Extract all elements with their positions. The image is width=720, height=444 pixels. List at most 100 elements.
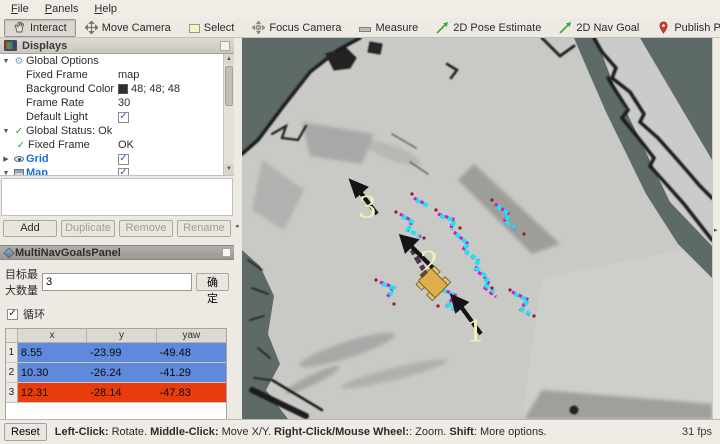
- goal-number-3: 3: [358, 191, 377, 226]
- tree-row-global-options[interactable]: ▼ ⚙ Global Options: [0, 54, 234, 68]
- cell-yaw[interactable]: -49.48: [156, 343, 227, 362]
- menu-bar: File Panels Help: [0, 0, 720, 18]
- tool-publish-point[interactable]: Publish Point: [648, 19, 720, 37]
- cell-x[interactable]: 8.55: [17, 343, 88, 362]
- remove-display-button[interactable]: Remove: [119, 220, 173, 237]
- confirm-button[interactable]: 确定: [196, 273, 229, 305]
- column-header-y[interactable]: y: [87, 329, 157, 342]
- tool-select[interactable]: Select: [180, 19, 244, 37]
- focus-crosshair-icon: [251, 19, 267, 36]
- cell-y[interactable]: -26.24: [87, 363, 157, 382]
- tool-label: Publish Point: [674, 21, 720, 34]
- status-ok-icon: ✓: [14, 125, 24, 137]
- tree-row-label: Frame Rate: [26, 97, 85, 109]
- table-row[interactable]: 3 12.31 -28.14 -47.83: [6, 383, 227, 403]
- cell-yaw[interactable]: -47.83: [156, 383, 227, 402]
- tree-row-default-light[interactable]: Default Light ✓: [0, 110, 234, 124]
- tree-row-grid[interactable]: ▶ Grid ✓: [0, 152, 234, 166]
- goal-number-1: 1: [466, 315, 485, 350]
- multinavgoals-panel-body: 目标最大数量 确定 ✓ 循环 x y yaw 1 8.55 -23.99: [0, 260, 234, 444]
- cell-y[interactable]: -23.99: [87, 343, 157, 362]
- left-panel-column: Displays ▼ ⚙ Global Options Fixed Frame …: [0, 38, 234, 444]
- menu-help[interactable]: Help: [87, 2, 124, 16]
- duplicate-display-button[interactable]: Duplicate: [61, 220, 115, 237]
- move-arrows-icon: [83, 20, 99, 35]
- tree-row-label: Grid: [26, 153, 49, 165]
- displays-panel-header[interactable]: Displays: [0, 38, 234, 54]
- tree-row-background-color[interactable]: Background Color 48; 48; 48: [0, 82, 234, 96]
- multinavgoals-panel-title: MultiNavGoalsPanel: [15, 246, 121, 259]
- tool-interact[interactable]: Interact: [4, 18, 76, 37]
- loop-checkbox[interactable]: ✓: [7, 308, 18, 320]
- tree-row-map[interactable]: ▼ Map ✓: [0, 166, 234, 176]
- expander-open-icon[interactable]: ▼: [0, 58, 12, 65]
- goals-table: x y yaw 1 8.55 -23.99 -49.48 2 10.30 -26…: [5, 328, 227, 423]
- panel-splitter[interactable]: ◂: [234, 38, 242, 419]
- display-description-box: [1, 178, 233, 216]
- tool-measure[interactable]: Measure: [350, 19, 427, 37]
- row-number: 2: [6, 363, 18, 382]
- color-swatch: [118, 84, 128, 94]
- tree-row-fixed-frame-status[interactable]: ✓ Fixed Frame OK: [0, 138, 234, 152]
- tree-row-global-status[interactable]: ▼ ✓ Global Status: Ok: [0, 124, 234, 138]
- table-row[interactable]: 1 8.55 -23.99 -49.48: [6, 343, 227, 363]
- fps-counter: 31 fps: [682, 426, 712, 438]
- eye-icon: [12, 156, 26, 162]
- scrollbar-thumb[interactable]: [225, 66, 233, 106]
- tool-label: Interact: [30, 21, 67, 34]
- collapse-left-icon[interactable]: ◂: [235, 222, 239, 230]
- tool-move-camera[interactable]: Move Camera: [76, 19, 180, 37]
- tool-label: Select: [203, 21, 235, 34]
- checkbox-checked[interactable]: ✓: [118, 167, 129, 175]
- tree-row-value[interactable]: 30: [118, 97, 130, 109]
- cell-yaw[interactable]: -41.29: [156, 363, 227, 382]
- green-arrow-icon: [559, 21, 572, 34]
- panel-float-button[interactable]: [222, 248, 231, 257]
- panel-float-button[interactable]: [220, 40, 230, 51]
- tree-row-fixed-frame[interactable]: Fixed Frame map: [0, 68, 234, 82]
- row-number: 3: [6, 383, 18, 402]
- tool-label: 2D Pose Estimate: [453, 21, 542, 34]
- tool-focus-camera[interactable]: Focus Camera: [243, 19, 350, 37]
- column-header-x[interactable]: x: [18, 329, 88, 342]
- multinavgoals-panel-header[interactable]: MultiNavGoalsPanel: [0, 245, 234, 260]
- checkbox-checked[interactable]: ✓: [118, 153, 129, 165]
- menu-panels[interactable]: Panels: [38, 2, 86, 16]
- map-canvas[interactable]: 3 2 1: [242, 38, 712, 419]
- cell-y[interactable]: -28.14: [87, 383, 157, 402]
- tree-row-value[interactable]: map: [118, 69, 139, 81]
- expander-open-icon[interactable]: ▼: [0, 170, 12, 176]
- loop-label: 循环: [23, 309, 45, 321]
- max-goal-input[interactable]: [42, 273, 192, 291]
- cell-x[interactable]: 10.30: [17, 363, 88, 382]
- add-display-button[interactable]: Add: [3, 220, 57, 237]
- scroll-up-icon[interactable]: ▲: [224, 54, 234, 65]
- tree-row-value[interactable]: 48; 48; 48: [118, 83, 180, 95]
- tool-2d-nav-goal[interactable]: 2D Nav Goal: [550, 19, 648, 37]
- checkbox-checked[interactable]: ✓: [118, 111, 129, 123]
- column-header-yaw[interactable]: yaw: [157, 329, 226, 342]
- table-row[interactable]: 2 10.30 -26.24 -41.29: [6, 363, 227, 383]
- mouse-help-text: Left-Click: Rotate. Middle-Click: Move X…: [54, 426, 547, 438]
- reset-view-button[interactable]: Reset: [4, 423, 47, 441]
- tool-label: 2D Nav Goal: [576, 21, 640, 34]
- tree-row-label: Background Color: [26, 83, 115, 95]
- expander-closed-icon[interactable]: ▶: [0, 155, 12, 163]
- tree-row-label: Fixed Frame: [28, 139, 90, 151]
- collapse-right-icon[interactable]: ▸: [714, 226, 718, 234]
- render-viewport[interactable]: 3 2 1: [242, 38, 712, 419]
- right-splitter[interactable]: ▸: [712, 38, 720, 419]
- ruler-icon: [359, 27, 372, 32]
- tree-scrollbar[interactable]: ▲ ▼: [223, 54, 234, 175]
- menu-file[interactable]: File: [4, 2, 36, 16]
- rename-display-button[interactable]: Rename: [177, 220, 231, 237]
- tree-row-label: Default Light: [26, 111, 88, 123]
- expander-open-icon[interactable]: ▼: [0, 128, 12, 135]
- tree-row-frame-rate[interactable]: Frame Rate 30: [0, 96, 234, 110]
- max-goal-label: 目标最大数量: [5, 269, 38, 297]
- scroll-down-icon[interactable]: ▼: [224, 164, 234, 175]
- tool-2d-pose-estimate[interactable]: 2D Pose Estimate: [427, 19, 550, 37]
- tree-row-label: Map: [26, 167, 48, 176]
- cell-x[interactable]: 12.31: [17, 383, 88, 402]
- tree-row-label: Global Status: Ok: [26, 125, 113, 137]
